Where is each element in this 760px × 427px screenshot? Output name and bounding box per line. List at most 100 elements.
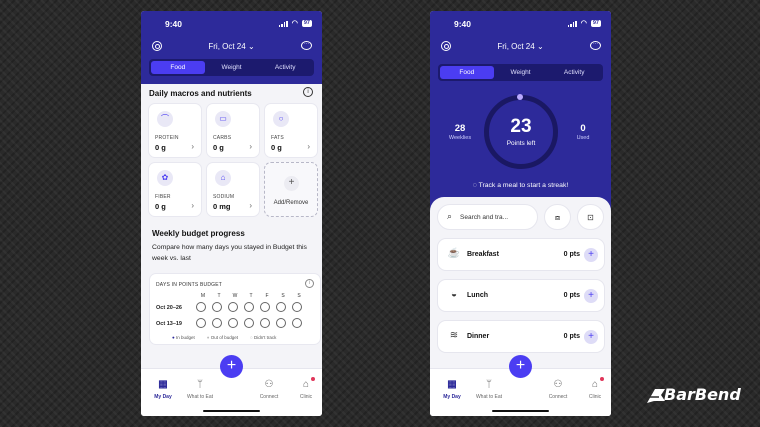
nav-what-to-eat[interactable]: ᛘ What to Eat [182, 379, 218, 400]
nav-label: Connect [548, 394, 568, 400]
date-selector[interactable]: Fri, Oct 24 ⌄ [141, 42, 322, 51]
meal-points: 0 pts [563, 333, 580, 340]
nav-connect[interactable]: ⚇ Connect [540, 379, 576, 400]
signal-icon [567, 20, 577, 27]
plus-icon: + [284, 176, 299, 191]
macro-card-sodium[interactable]: ⌂ SODIUM 0 mg › [206, 162, 260, 217]
nav-label: What to Eat [186, 394, 214, 400]
nav-clinic[interactable]: ⌂ Clinic [288, 379, 322, 400]
streak-prompt[interactable]: ◌ Track a meal to start a streak! [430, 182, 611, 189]
add-meal-button[interactable]: + [584, 289, 598, 303]
search-input[interactable]: ⌕ Search and tra... [437, 204, 538, 230]
tab-food[interactable]: Food [440, 66, 494, 79]
clinic-icon: ⌂ [591, 379, 599, 390]
nav-label: What to Eat [475, 394, 503, 400]
wifi-icon: ◠ [291, 20, 298, 27]
chevron-right-icon: › [249, 201, 252, 210]
weekday-label: F [265, 293, 269, 299]
add-meal-button[interactable]: + [584, 248, 598, 262]
tab-activity[interactable]: Activity [258, 61, 312, 74]
weekday-label: T [217, 293, 221, 299]
bottom-nav: + ▦ My Day ᛘ What to Eat ⚇ Connect ⌂ Clinic [141, 355, 322, 416]
macro-card-carbs[interactable]: ▭ CARBS 0 g › [206, 103, 260, 158]
chevron-right-icon: › [249, 142, 252, 151]
meal-dinner[interactable]: ≋ Dinner 0 pts + [437, 320, 605, 353]
legend-in-budget: ● In budget [172, 335, 195, 340]
weekday-label: S [297, 293, 301, 299]
budget-legend: ● In budget ● Out of budget ○ Didn't tra… [172, 335, 276, 340]
info-icon[interactable]: i [303, 87, 313, 97]
meal-lunch[interactable]: ◒ Lunch 0 pts + [437, 279, 605, 312]
macro-label: PROTEIN [155, 135, 179, 141]
clinic-icon: ⌂ [302, 379, 310, 390]
legend-label: In budget [175, 335, 195, 340]
macro-card-protein[interactable]: ⌒ PROTEIN 0 g › [148, 103, 202, 158]
segmented-tabs: Food Weight Activity [438, 64, 603, 81]
chevron-right-icon: › [191, 201, 194, 210]
search-icon: ⌕ [447, 211, 453, 221]
points-ring: 23 Points left [484, 94, 558, 169]
add-meal-button[interactable]: + [584, 330, 598, 344]
macro-card-fiber[interactable]: ✿ FIBER 0 g › [148, 162, 202, 217]
nav-connect[interactable]: ⚇ Connect [251, 379, 287, 400]
battery-indicator: 97 [301, 20, 312, 27]
add-remove-macros-button[interactable]: + Add/Remove [264, 162, 318, 217]
macro-value: 0 g [213, 143, 224, 152]
home-indicator [203, 409, 260, 412]
macro-label: SODIUM [213, 194, 235, 200]
chevron-down-icon: ⌄ [247, 42, 255, 51]
people-icon: ⚇ [264, 379, 274, 390]
coffee-cup-icon: ☕ [447, 248, 461, 259]
meal-points: 0 pts [563, 251, 580, 258]
date-selector[interactable]: Fri, Oct 24 ⌄ [430, 42, 611, 51]
chat-icon[interactable]: ··· [590, 41, 601, 50]
nav-my-day[interactable]: ▦ My Day [145, 379, 181, 400]
bread-icon: ▭ [215, 111, 231, 127]
info-icon[interactable]: i [305, 279, 314, 288]
chat-icon[interactable]: ··· [301, 41, 312, 50]
day-status-circle [212, 302, 222, 312]
segmented-tabs: Food Weight Activity [149, 59, 314, 76]
day-status-circle [292, 318, 302, 328]
drumstick-icon: ⌒ [157, 111, 173, 127]
tab-weight[interactable]: Weight [205, 61, 259, 74]
meal-points: 0 pts [563, 292, 580, 299]
macro-card-fats[interactable]: ○ FATS 0 g › [264, 103, 318, 158]
right-phone-screen: 9:40 ◠ 97 Fri, Oct 24 ⌄ ··· Food Weight … [430, 11, 611, 416]
weekday-header: MTWTFSS [198, 293, 304, 299]
macro-value: 0 g [155, 143, 166, 152]
nav-clinic[interactable]: ⌂ Clinic [577, 379, 611, 400]
salt-icon: ⌂ [215, 170, 231, 186]
wifi-icon: ◠ [580, 20, 587, 27]
fork-knife-icon: ᛘ [486, 379, 492, 390]
notification-dot [311, 377, 315, 381]
date-label: Fri, Oct 24 [208, 42, 246, 51]
barbend-logo: BarBend [645, 383, 741, 405]
add-fab-button[interactable]: + [509, 355, 532, 378]
day-status-circle [244, 318, 254, 328]
weekday-label: S [281, 293, 285, 299]
nav-my-day[interactable]: ▦ My Day [434, 379, 470, 400]
weekly-description: Compare how many days you stayed in Budg… [152, 244, 307, 262]
tab-weight[interactable]: Weight [494, 66, 548, 79]
streak-icon: ◌ [472, 182, 477, 189]
camera-scan-button[interactable]: ⊡ [577, 204, 604, 230]
calendar-icon: ▦ [158, 379, 168, 390]
used-stat[interactable]: 0 Used [570, 123, 596, 141]
macro-label: FIBER [155, 194, 171, 200]
day-status-circle [228, 302, 238, 312]
nav-label: Connect [259, 394, 279, 400]
nav-label: My Day [443, 394, 461, 400]
legend-out-of-budget: ● Out of budget [206, 335, 239, 340]
add-fab-button[interactable]: + [220, 355, 243, 378]
meal-breakfast[interactable]: ☕ Breakfast 0 pts + [437, 238, 605, 271]
weeklies-stat[interactable]: 28 Weeklies [447, 123, 473, 141]
barcode-scan-button[interactable]: ⧈ [544, 204, 571, 230]
macro-value: 0 g [271, 143, 282, 152]
weekday-label: M [200, 293, 206, 299]
nav-what-to-eat[interactable]: ᛘ What to Eat [471, 379, 507, 400]
nav-label: Clinic [299, 394, 313, 400]
header: 9:40 ◠ 97 Fri, Oct 24 ⌄ ··· Food Weight … [430, 11, 611, 221]
tab-food[interactable]: Food [151, 61, 205, 74]
tab-activity[interactable]: Activity [547, 66, 601, 79]
